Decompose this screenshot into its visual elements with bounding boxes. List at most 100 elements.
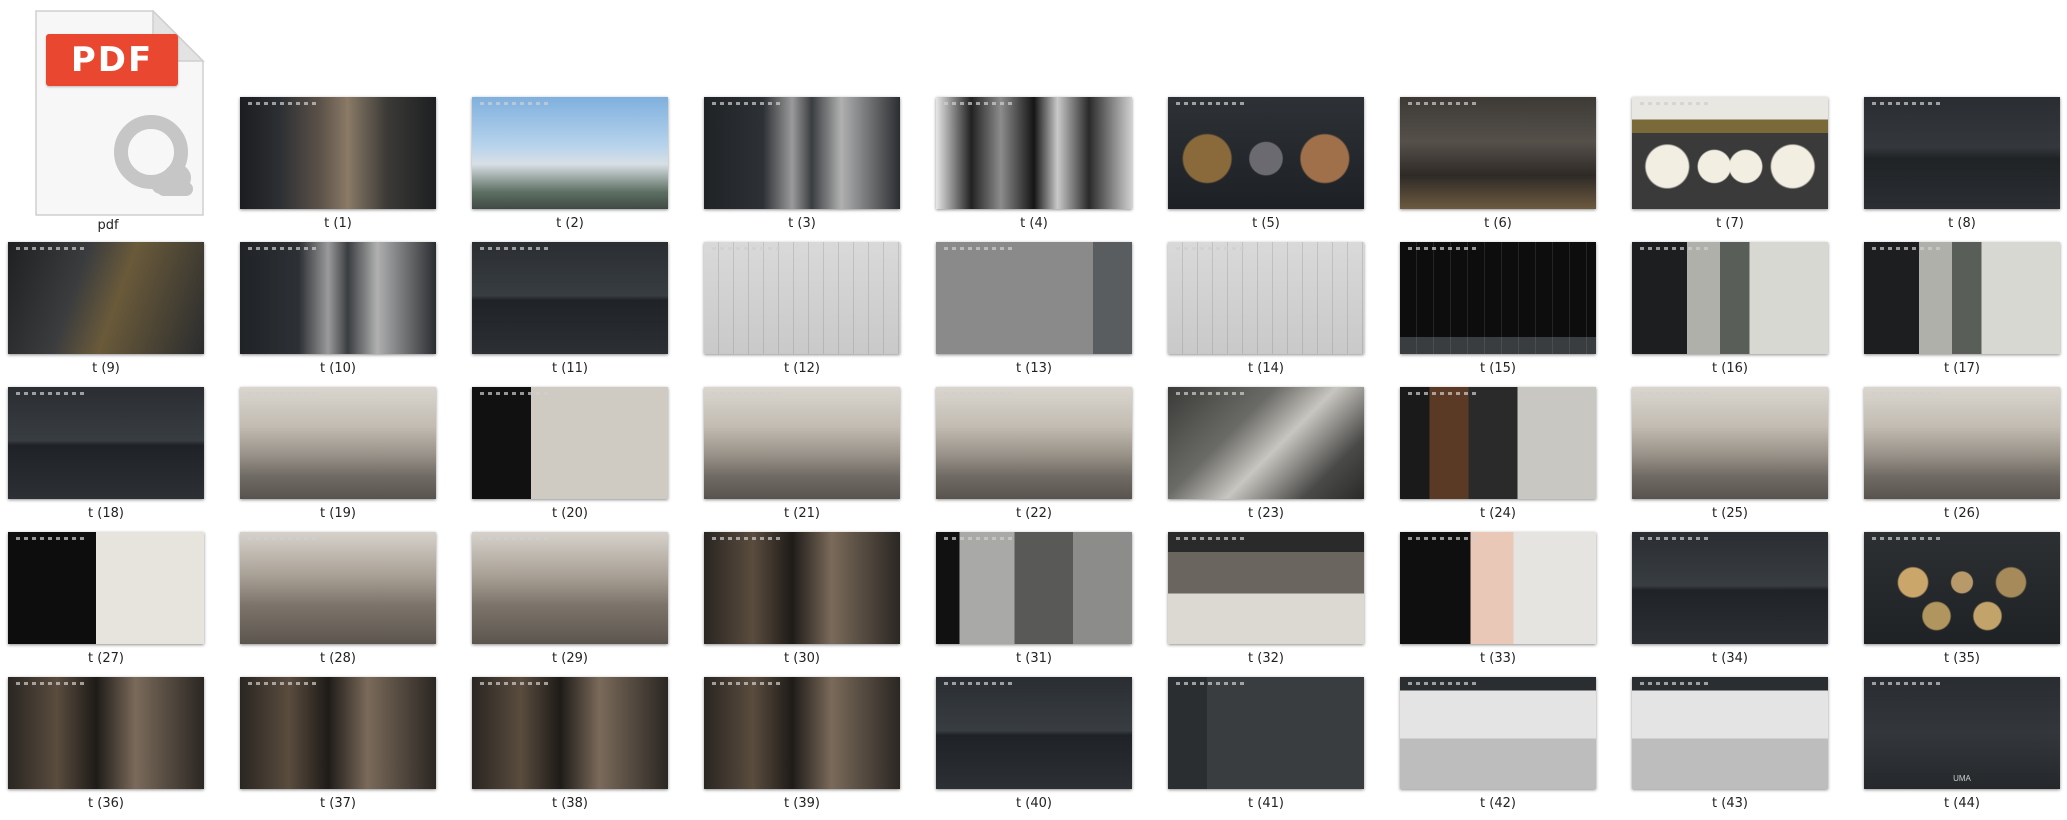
thumbnail-item[interactable]: t (3): [704, 97, 900, 231]
thumbnail-image[interactable]: [240, 242, 436, 354]
thumbnail-image[interactable]: [1400, 242, 1596, 354]
thumbnail-caption: t (24): [1480, 506, 1516, 521]
thumbnail-image[interactable]: [936, 242, 1132, 354]
thumbnail-item[interactable]: t (35): [1864, 532, 2060, 666]
thumbnail-caption: t (25): [1712, 506, 1748, 521]
thumbnail-image[interactable]: [1864, 242, 2060, 354]
slide-header-marks: [1640, 537, 1710, 540]
thumbnail-caption: t (38): [552, 796, 588, 811]
thumbnail-item[interactable]: t (36): [8, 677, 204, 811]
thumbnail-image[interactable]: [704, 97, 900, 209]
thumbnail-image[interactable]: [8, 387, 204, 499]
thumbnail-image[interactable]: [472, 677, 668, 789]
thumbnail-caption: t (39): [784, 796, 820, 811]
thumbnail-image[interactable]: [8, 242, 204, 354]
thumbnail-item[interactable]: t (4): [936, 97, 1132, 231]
thumbnail-item[interactable]: t (2): [472, 97, 668, 231]
thumbnail-item[interactable]: t (16): [1632, 242, 1828, 376]
thumbnail-item[interactable]: t (42): [1400, 677, 1596, 811]
thumbnail-item[interactable]: t (5): [1168, 97, 1364, 231]
thumbnail-item[interactable]: t (30): [704, 532, 900, 666]
thumbnail-item[interactable]: t (43): [1632, 677, 1828, 811]
thumbnail-image[interactable]: UMA: [1864, 677, 2060, 789]
thumbnail-image[interactable]: [1400, 387, 1596, 499]
thumbnail-image[interactable]: [240, 532, 436, 644]
thumbnail-image[interactable]: [1632, 387, 1828, 499]
thumbnail-item[interactable]: t (19): [240, 387, 436, 521]
thumbnail-item[interactable]: t (32): [1168, 532, 1364, 666]
thumbnail-item[interactable]: t (7): [1632, 97, 1828, 231]
thumbnail-item[interactable]: t (31): [936, 532, 1132, 666]
thumbnail-item[interactable]: t (37): [240, 677, 436, 811]
thumbnail-image[interactable]: [1168, 532, 1364, 644]
thumbnail-image[interactable]: [1168, 97, 1364, 209]
thumbnail-item[interactable]: t (6): [1400, 97, 1596, 231]
thumbnail-image[interactable]: [704, 677, 900, 789]
thumbnail-item[interactable]: t (38): [472, 677, 668, 811]
thumbnail-image[interactable]: [936, 97, 1132, 209]
thumbnail-image[interactable]: [472, 97, 668, 209]
thumbnail-image[interactable]: [240, 97, 436, 209]
thumbnail-item[interactable]: t (10): [240, 242, 436, 376]
pdf-file-icon[interactable]: PDF: [35, 9, 205, 216]
thumbnail-caption: t (44): [1944, 796, 1980, 811]
thumbnail-item[interactable]: t (23): [1168, 387, 1364, 521]
thumbnail-image[interactable]: [1632, 532, 1828, 644]
thumbnail-item[interactable]: t (24): [1400, 387, 1596, 521]
thumbnail-item[interactable]: t (9): [8, 242, 204, 376]
slide-overlay-text: UMA: [1953, 774, 1971, 783]
thumbnail-image[interactable]: [1400, 97, 1596, 209]
thumbnail-image[interactable]: [240, 387, 436, 499]
thumbnail-item[interactable]: t (26): [1864, 387, 2060, 521]
thumbnail-item[interactable]: UMA t (44): [1864, 677, 2060, 811]
thumbnail-item[interactable]: t (11): [472, 242, 668, 376]
thumbnail-image[interactable]: [240, 677, 436, 789]
thumbnail-image[interactable]: [1864, 532, 2060, 644]
thumbnail-item[interactable]: t (27): [8, 532, 204, 666]
thumbnail-image[interactable]: [1400, 532, 1596, 644]
thumbnail-item[interactable]: t (28): [240, 532, 436, 666]
thumbnail-image[interactable]: [472, 387, 668, 499]
thumbnail-item[interactable]: t (21): [704, 387, 900, 521]
thumbnail-item[interactable]: t (14): [1168, 242, 1364, 376]
thumbnail-caption: t (2): [556, 216, 584, 231]
thumbnail-image[interactable]: [1400, 677, 1596, 789]
thumbnail-item[interactable]: t (13): [936, 242, 1132, 376]
thumbnail-item[interactable]: t (17): [1864, 242, 2060, 376]
thumbnail-image[interactable]: [8, 532, 204, 644]
thumbnail-image[interactable]: [1168, 677, 1364, 789]
thumbnail-item[interactable]: t (22): [936, 387, 1132, 521]
thumbnail-image[interactable]: [704, 242, 900, 354]
thumbnail-image[interactable]: [8, 677, 204, 789]
thumbnail-image[interactable]: [936, 387, 1132, 499]
thumbnail-image[interactable]: [936, 677, 1132, 789]
thumbnail-image[interactable]: [1864, 387, 2060, 499]
thumbnail-item[interactable]: t (18): [8, 387, 204, 521]
thumbnail-image[interactable]: [472, 242, 668, 354]
thumbnail-item[interactable]: t (29): [472, 532, 668, 666]
thumbnail-item[interactable]: t (8): [1864, 97, 2060, 231]
thumbnail-item[interactable]: t (33): [1400, 532, 1596, 666]
thumbnail-image[interactable]: [1168, 242, 1364, 354]
thumbnail-item[interactable]: t (25): [1632, 387, 1828, 521]
thumbnail-item[interactable]: t (20): [472, 387, 668, 521]
thumbnail-image[interactable]: [936, 532, 1132, 644]
thumbnail-item[interactable]: t (15): [1400, 242, 1596, 376]
thumbnail-caption: t (18): [88, 506, 124, 521]
thumbnail-image[interactable]: [1632, 242, 1828, 354]
thumbnail-image[interactable]: [472, 532, 668, 644]
thumbnail-image[interactable]: [1632, 97, 1828, 209]
thumbnail-image[interactable]: [1864, 97, 2060, 209]
thumbnail-item[interactable]: t (40): [936, 677, 1132, 811]
thumbnail-item[interactable]: t (41): [1168, 677, 1364, 811]
thumbnail-item[interactable]: t (39): [704, 677, 900, 811]
thumbnail-image[interactable]: [1168, 387, 1364, 499]
thumbnail-item[interactable]: t (12): [704, 242, 900, 376]
thumbnail-image[interactable]: [1632, 677, 1828, 789]
slide-header-marks: [1872, 247, 1942, 250]
thumbnail-item[interactable]: t (34): [1632, 532, 1828, 666]
thumbnail-item[interactable]: t (1): [240, 97, 436, 231]
thumbnail-image[interactable]: [704, 387, 900, 499]
slide-header-marks: [248, 247, 318, 250]
thumbnail-image[interactable]: [704, 532, 900, 644]
